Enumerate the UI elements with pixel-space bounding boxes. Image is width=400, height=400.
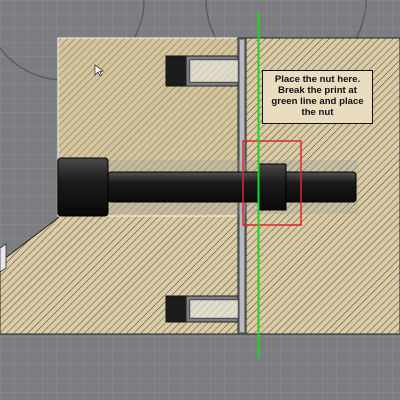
bolt-shaft — [107, 171, 357, 203]
bolt-head — [57, 157, 109, 217]
nut — [257, 163, 287, 211]
annotation-callout: Place the nut here. Break the print at g… — [262, 70, 373, 124]
annotation-line-1: Place the nut here. — [274, 74, 361, 85]
annotation-line-3: green line and place — [271, 96, 364, 107]
annotation-line-4: the nut — [301, 107, 334, 118]
bottom-hook-slot — [165, 295, 239, 323]
section-view-canvas[interactable] — [0, 0, 400, 400]
left-chamfer-edge — [0, 243, 7, 273]
annotation-line-2: Break the print at — [278, 85, 357, 96]
top-hook-slot — [165, 55, 239, 87]
cad-viewport[interactable]: Place the nut here. Break the print at g… — [0, 0, 400, 400]
